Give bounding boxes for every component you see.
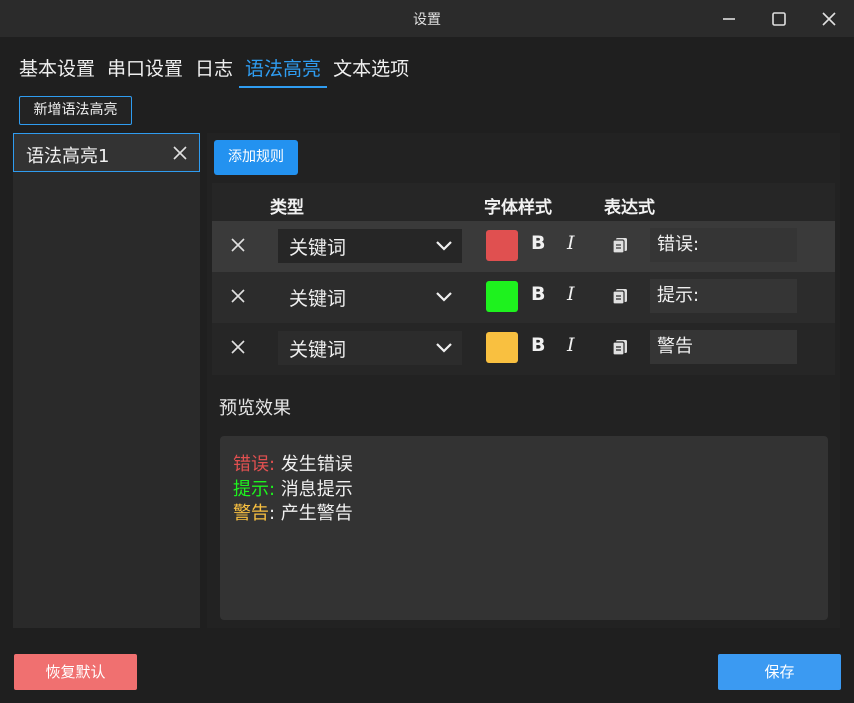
header-font-style: 字体样式 [484, 198, 552, 218]
preview-text: 消息提示 [275, 479, 353, 500]
minimize-icon [723, 18, 735, 20]
close-icon[interactable] [229, 236, 247, 254]
close-button[interactable] [816, 6, 842, 32]
close-icon[interactable] [229, 287, 247, 305]
tab-log[interactable]: 日志 [195, 55, 233, 87]
tab-basic-settings[interactable]: 基本设置 [19, 55, 95, 87]
chevron-down-icon [436, 292, 452, 302]
type-select-value: 关键词 [289, 237, 347, 259]
type-select-value: 关键词 [289, 339, 347, 361]
header-type: 类型 [270, 198, 304, 218]
settings-tabs: 基本设置 串口设置 日志 语法高亮 文本选项 [19, 55, 421, 89]
restore-defaults-button[interactable]: 恢复默认 [14, 654, 137, 690]
chevron-down-icon [436, 241, 452, 251]
copy-icon[interactable] [611, 236, 629, 254]
color-swatch[interactable] [486, 332, 518, 363]
tab-syntax-highlight[interactable]: 语法高亮 [239, 55, 328, 88]
new-syntax-highlight-button[interactable]: 新增语法高亮 [19, 96, 132, 125]
preview-box: 错误: 发生错误 提示: 消息提示 警告: 产生警告 [220, 436, 828, 620]
table-row: 关键词 B I 警告 [212, 323, 835, 374]
copy-icon[interactable] [611, 338, 629, 356]
preview-line: 提示: 消息提示 [233, 475, 353, 501]
table-row: 关键词 B I 提示: [212, 272, 835, 323]
preview-text: 发生错误 [275, 454, 353, 475]
highlight-list: 语法高亮1 [13, 133, 200, 628]
add-rule-button[interactable]: 添加规则 [214, 140, 298, 175]
preview-text: : 产生警告 [269, 503, 353, 524]
bold-toggle[interactable]: B [531, 283, 545, 305]
close-icon [822, 12, 836, 26]
italic-toggle[interactable]: I [567, 232, 575, 254]
preview-keyword: 提示: [233, 479, 276, 500]
list-item-label: 语法高亮1 [26, 146, 110, 167]
italic-toggle[interactable]: I [567, 283, 575, 305]
close-icon[interactable] [229, 338, 247, 356]
type-select[interactable]: 关键词 [278, 229, 462, 263]
expression-input[interactable]: 错误: [650, 228, 797, 262]
preview-keyword: 错误: [233, 454, 276, 475]
preview-keyword: 警告 [233, 503, 269, 524]
title-bar: 设置 [0, 0, 854, 37]
expression-input[interactable]: 警告 [650, 330, 797, 364]
rules-table: 类型 字体样式 表达式 关键词 B I 错误: 关键词 B I 提示: 关键词 [212, 183, 835, 375]
header-expression: 表达式 [604, 198, 655, 218]
tab-text-options[interactable]: 文本选项 [333, 55, 409, 87]
type-select[interactable]: 关键词 [278, 280, 462, 314]
chevron-down-icon [436, 343, 452, 353]
save-button[interactable]: 保存 [718, 654, 841, 690]
maximize-button[interactable] [766, 6, 792, 32]
copy-icon[interactable] [611, 287, 629, 305]
maximize-icon [772, 12, 786, 26]
color-swatch[interactable] [486, 230, 518, 261]
type-select[interactable]: 关键词 [278, 331, 462, 365]
italic-toggle[interactable]: I [567, 334, 575, 356]
close-icon[interactable] [171, 144, 189, 162]
tab-serial-settings[interactable]: 串口设置 [107, 55, 183, 87]
list-item[interactable]: 语法高亮1 [13, 133, 200, 172]
preview-line: 错误: 发生错误 [233, 450, 353, 476]
type-select-value: 关键词 [289, 288, 347, 310]
minimize-button[interactable] [716, 6, 742, 32]
bold-toggle[interactable]: B [531, 334, 545, 356]
bold-toggle[interactable]: B [531, 232, 545, 254]
color-swatch[interactable] [486, 281, 518, 312]
preview-line: 警告: 产生警告 [233, 499, 353, 525]
table-row: 关键词 B I 错误: [212, 221, 835, 272]
preview-label: 预览效果 [219, 398, 291, 419]
expression-input[interactable]: 提示: [650, 279, 797, 313]
